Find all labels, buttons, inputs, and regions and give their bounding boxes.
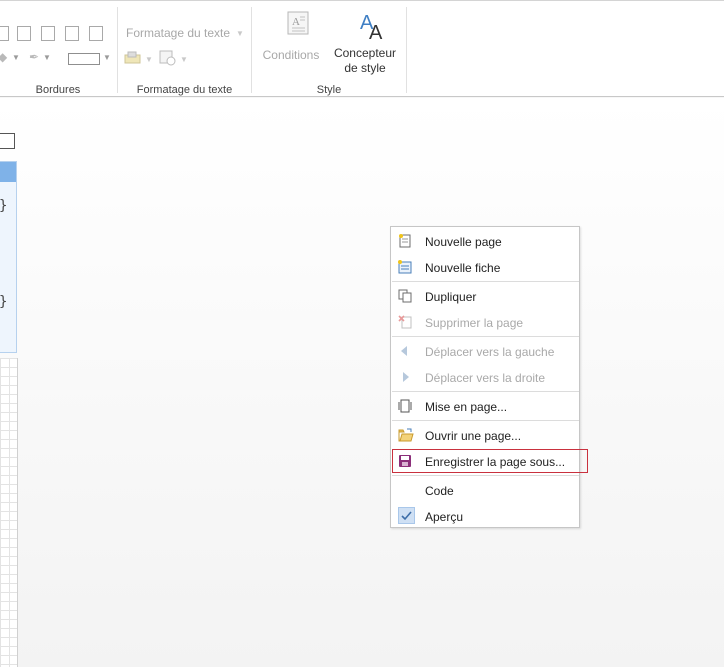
borders-group-label: Bordures (35, 84, 81, 96)
menu-item-new-form[interactable]: Nouvelle fiche (392, 254, 578, 280)
menu-item-label: Déplacer vers la gauche (425, 345, 555, 359)
style-designer-button[interactable]: A A Concepteur de style (330, 11, 400, 76)
menu-item-duplicate[interactable]: Dupliquer (392, 283, 578, 309)
chevron-down-icon[interactable]: ▼ (145, 55, 153, 64)
style-group-label: Style (316, 84, 342, 96)
pen-color-icon[interactable]: ✒ (29, 50, 39, 64)
arrow-right-icon (403, 372, 409, 382)
border-top-button[interactable] (17, 26, 31, 41)
border-style-selector[interactable] (68, 53, 100, 65)
fill-color-icon[interactable]: ◆ (0, 50, 7, 64)
menu-item-label: Nouvelle page (425, 235, 502, 249)
style-group: A Conditions A A Concepteur de style Sty… (252, 1, 406, 97)
menu-separator (392, 336, 579, 337)
border-left-button[interactable] (0, 26, 9, 41)
ribbon: ◆ ▼ ✒ ▼ ▼ Bordures Formatage du texte ▼ … (0, 0, 724, 97)
chevron-down-icon[interactable]: ▼ (43, 53, 51, 62)
format-number-icon[interactable] (159, 50, 177, 66)
field-bracket-icon: } (0, 198, 7, 214)
text-format-group-label: Formatage du texte (136, 84, 233, 96)
check-icon (398, 507, 415, 524)
chevron-down-icon[interactable]: ▼ (103, 53, 111, 62)
page-tab-square[interactable] (0, 133, 15, 149)
open-folder-icon (398, 428, 414, 442)
border-right-button[interactable] (41, 26, 55, 41)
highlight-icon[interactable] (124, 51, 142, 65)
menu-item-label: Code (425, 484, 454, 498)
menu-item-label: Supprimer la page (425, 316, 524, 330)
conditions-button[interactable]: A Conditions (260, 11, 322, 63)
menu-item-move-right[interactable]: Déplacer vers la droite (392, 364, 578, 390)
conditions-label: Conditions (262, 48, 320, 62)
delete-page-icon (398, 315, 412, 329)
svg-text:A: A (292, 16, 300, 28)
field-bracket-icon: } (0, 294, 7, 310)
menu-item-label: Déplacer vers la droite (425, 371, 546, 385)
style-designer-label-2: de style (344, 61, 386, 75)
chevron-down-icon[interactable]: ▼ (12, 53, 20, 62)
chevron-down-icon[interactable]: ▼ (180, 55, 188, 64)
duplicate-icon (398, 289, 412, 303)
page-setup-icon (398, 399, 412, 413)
menu-separator (392, 475, 579, 476)
menu-separator (392, 420, 579, 421)
text-format-dropdown[interactable]: Formatage du texte (126, 26, 230, 40)
border-bottom-button[interactable] (65, 26, 79, 41)
border-all-button[interactable] (89, 26, 103, 41)
form-panel-header (0, 162, 16, 182)
highlight-box (392, 449, 588, 473)
menu-item-code[interactable]: Code (392, 477, 578, 503)
grid-panel (0, 358, 18, 667)
menu-item-preview[interactable]: Aperçu (392, 503, 578, 529)
menu-item-label: Aperçu (425, 510, 464, 524)
conditions-icon: A (287, 11, 308, 35)
chevron-down-icon[interactable]: ▼ (236, 29, 244, 38)
arrow-left-icon (401, 346, 407, 356)
menu-item-label: Mise en page... (425, 400, 508, 414)
menu-item-label: Dupliquer (425, 290, 477, 304)
menu-item-page-setup[interactable]: Mise en page... (392, 393, 578, 419)
design-canvas[interactable]: } } (0, 98, 724, 667)
context-menu: Nouvelle page Nouvelle fiche Dupliquer S… (390, 226, 580, 528)
style-designer-icon: A A (360, 12, 383, 44)
menu-item-new-page[interactable]: Nouvelle page (392, 228, 578, 254)
style-designer-label-1: Concepteur (333, 46, 397, 60)
menu-item-move-left[interactable]: Déplacer vers la gauche (392, 338, 578, 364)
menu-item-label: Ouvrir une page... (425, 429, 522, 443)
menu-item-label: Nouvelle fiche (425, 261, 501, 275)
menu-separator (392, 281, 579, 282)
form-panel[interactable]: } } (0, 161, 17, 353)
text-format-group: Formatage du texte ▼ ▼ ▼ Formatage du te… (118, 1, 251, 97)
group-divider (406, 7, 407, 93)
new-page-icon (399, 234, 411, 248)
menu-item-delete-page[interactable]: Supprimer la page (392, 309, 578, 335)
svg-text:A: A (369, 22, 383, 41)
menu-separator (392, 391, 579, 392)
menu-item-open-page[interactable]: Ouvrir une page... (392, 422, 578, 448)
borders-group: ◆ ▼ ✒ ▼ ▼ Bordures (0, 1, 116, 97)
new-form-icon (398, 260, 412, 274)
